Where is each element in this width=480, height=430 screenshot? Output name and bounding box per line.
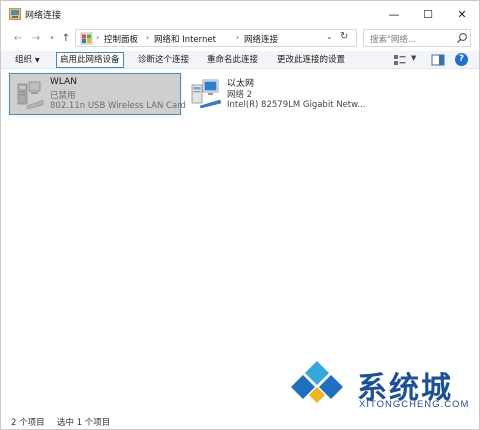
search-icon[interactable] [456,32,468,44]
connection-device: 802.11n USB Wireless LAN Card [50,101,186,111]
breadcrumb-separator: › [236,33,240,42]
address-row: ← → ▾ ↑ › 控制面板 › 网络和 Internet › 网络连接 ⌄ ↻… [1,27,479,49]
breadcrumb-separator: › [146,33,150,42]
rename-button[interactable]: 重命名此连接 [203,52,262,68]
preview-pane-icon[interactable] [431,54,445,66]
connections-list: WLAN 已禁用 802.11n USB Wireless LAN Card 以… [1,70,479,410]
title-bar[interactable]: 网络连接 — ☐ ✕ [1,1,479,27]
help-icon[interactable]: ? [455,53,468,66]
forward-button[interactable]: → [29,30,43,46]
address-bar[interactable]: › 控制面板 › 网络和 Internet › 网络连接 ⌄ ↻ [75,29,357,47]
wlan-adapter-icon [17,81,44,110]
recent-locations-button[interactable]: ▾ [45,30,59,46]
control-panel-icon [80,32,93,45]
connection-device: Intel(R) 82579LM Gigabit Netw... [227,100,366,110]
watermark-logo-icon [291,361,343,403]
network-connections-icon [9,8,21,20]
command-bar: 组织 ▼ 启用此网络设备 诊断这个连接 重命名此连接 更改此连接的设置 ▼ ? [1,51,479,69]
selected-count: 选中 1 个项目 [57,418,111,428]
window-title: 网络连接 [25,11,62,21]
organize-label: 组织 [15,55,33,65]
ethernet-adapter-icon [191,79,222,109]
address-dropdown-button[interactable]: ⌄ [326,32,333,41]
breadcrumb-separator: › [96,33,100,42]
connection-item-ethernet[interactable]: 以太网 网络 2 Intel(R) 82579LM Gigabit Netw..… [187,73,366,115]
change-view-icon[interactable] [393,54,407,66]
breadcrumb-network-internet[interactable]: 网络和 Internet [154,33,216,45]
watermark-url: XITONGCHENG.COM [359,399,470,410]
minimize-button[interactable]: — [377,1,411,27]
breadcrumb-network-connections[interactable]: 网络连接 [244,33,278,45]
maximize-button[interactable]: ☐ [411,1,445,27]
connection-status: 网络 2 [227,90,253,100]
explorer-window: 网络连接 — ☐ ✕ ← → ▾ ↑ › 控制面板 › 网络和 Internet… [0,0,480,430]
organize-menu[interactable]: 组织 ▼ [11,52,44,68]
connection-status: 已禁用 [50,91,76,101]
close-button[interactable]: ✕ [445,1,479,27]
search-box[interactable]: 搜索"网络... [363,29,471,47]
connection-name: WLAN [50,77,78,87]
change-settings-button[interactable]: 更改此连接的设置 [273,52,349,68]
search-input[interactable]: 搜索"网络... [370,33,416,45]
up-button[interactable]: ↑ [59,30,73,46]
chevron-down-icon: ▼ [35,57,40,64]
diagnose-button[interactable]: 诊断这个连接 [134,52,193,68]
enable-device-button[interactable]: 启用此网络设备 [56,52,124,68]
status-bar: 2 个项目 选中 1 个项目 [1,413,479,429]
breadcrumb-control-panel[interactable]: 控制面板 [104,33,138,45]
back-button[interactable]: ← [11,30,25,46]
refresh-button[interactable]: ↻ [340,31,348,42]
view-options-dropdown[interactable]: ▼ [411,54,416,62]
item-count: 2 个项目 [11,418,45,428]
connection-item-wlan[interactable]: WLAN 已禁用 802.11n USB Wireless LAN Card [9,73,186,115]
